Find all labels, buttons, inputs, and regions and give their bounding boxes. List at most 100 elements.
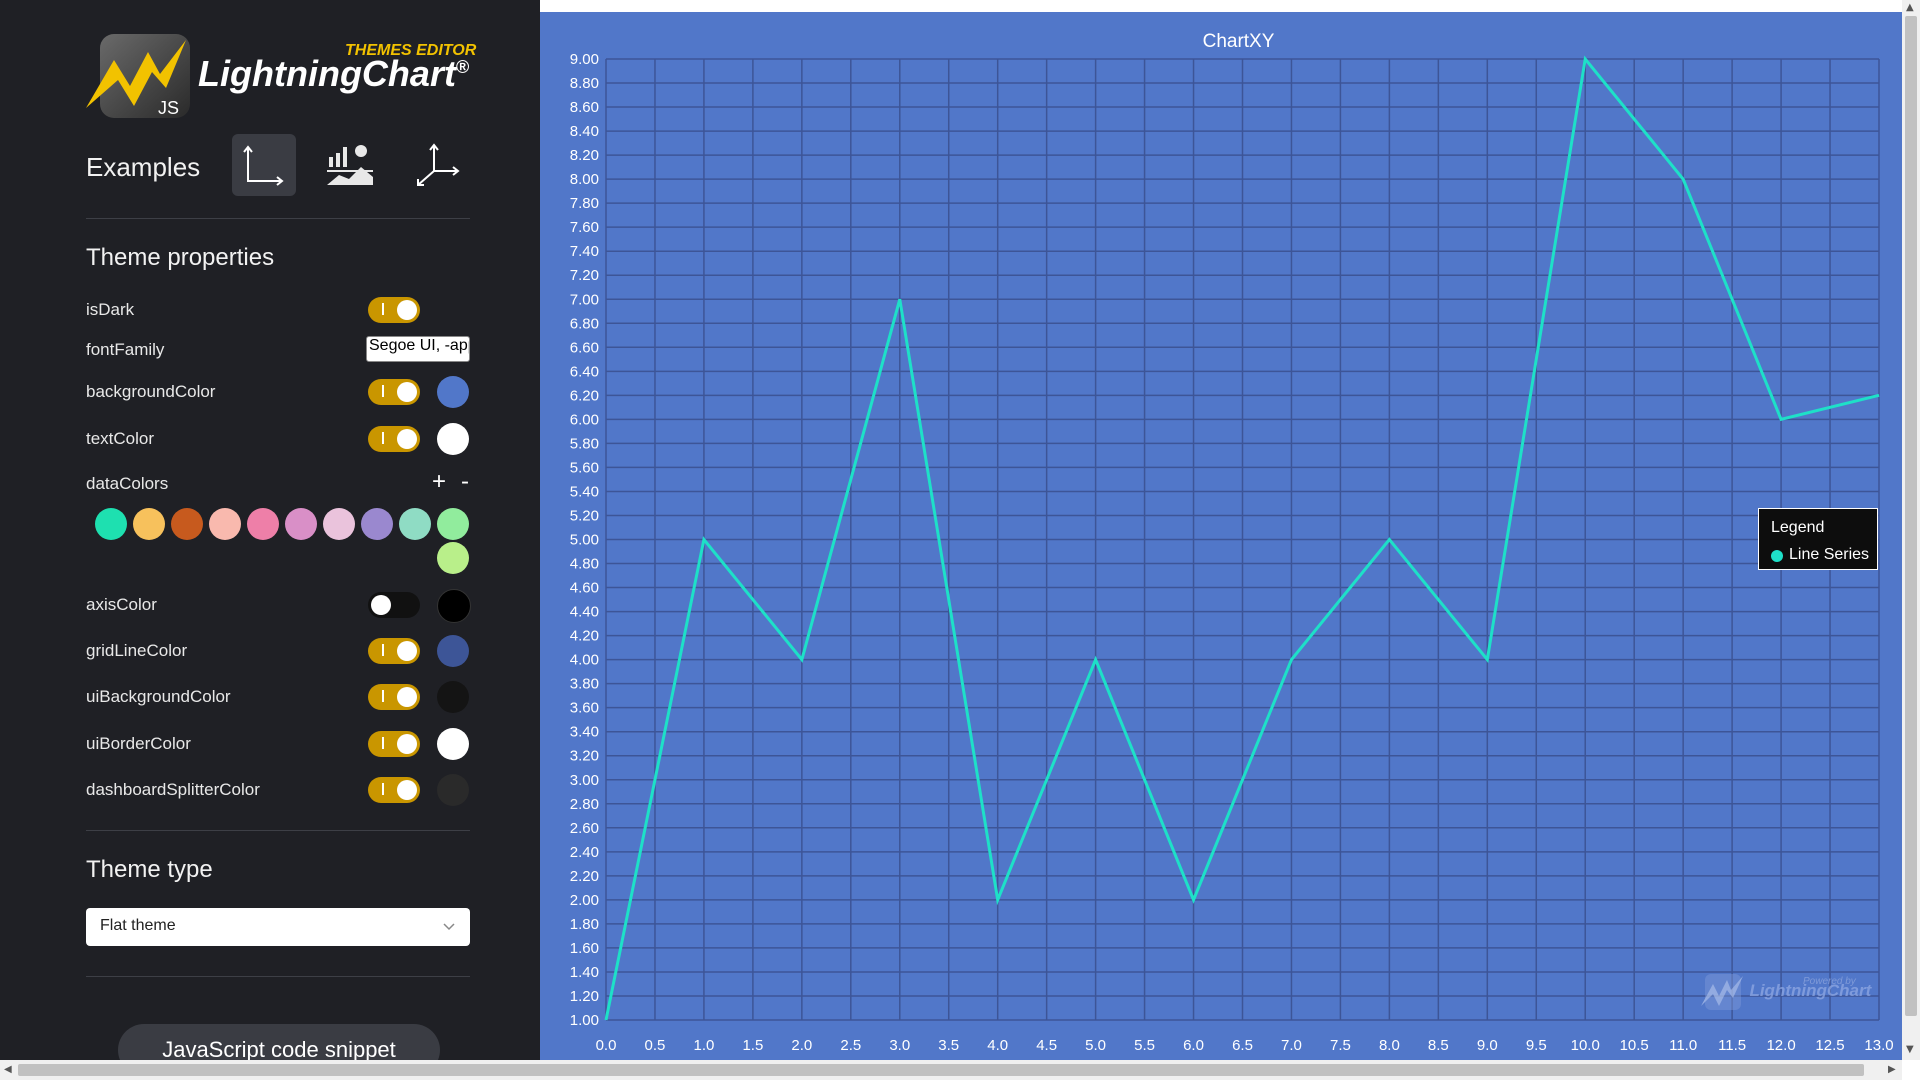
data-color-swatch[interactable] bbox=[247, 508, 279, 540]
gridlinecolor-swatch[interactable] bbox=[437, 635, 469, 667]
toggle-on-mark bbox=[382, 644, 384, 656]
backgroundcolor-swatch[interactable] bbox=[437, 376, 469, 408]
isdark-toggle[interactable] bbox=[368, 297, 420, 323]
y-tick-label: 4.00 bbox=[570, 652, 599, 669]
toggle-on-mark bbox=[382, 385, 384, 397]
logo-sub-text: JS bbox=[158, 98, 179, 118]
scroll-down-arrow-icon[interactable]: ▼ bbox=[1906, 1044, 1914, 1055]
javascript-code-snippet-button[interactable]: JavaScript code snippet bbox=[118, 1024, 440, 1060]
fontfamily-input[interactable]: Segoe UI, -apple-system bbox=[366, 336, 470, 362]
data-color-swatch[interactable] bbox=[133, 508, 165, 540]
y-tick-label: 7.60 bbox=[570, 219, 599, 236]
x-tick-label: 1.5 bbox=[742, 1037, 763, 1054]
toggle-on-mark bbox=[382, 432, 384, 444]
textcolor-swatch[interactable] bbox=[437, 423, 469, 455]
lightningchart-logo-icon: JS bbox=[86, 34, 190, 118]
dashboardsplittercolor-toggle[interactable] bbox=[368, 777, 420, 803]
add-data-color-button[interactable]: + bbox=[432, 468, 446, 496]
example-3d-chart-button[interactable] bbox=[406, 134, 470, 196]
data-color-swatch[interactable] bbox=[437, 508, 469, 540]
uibordercolor-swatch[interactable] bbox=[437, 728, 469, 760]
chevron-down-icon bbox=[443, 923, 455, 931]
x-tick-label: 10.0 bbox=[1571, 1037, 1600, 1054]
y-tick-label: 1.60 bbox=[570, 940, 599, 957]
example-xy-chart-button[interactable] bbox=[232, 134, 296, 196]
horizontal-scrollbar[interactable]: ◀ ▶ bbox=[0, 1060, 1902, 1080]
data-color-swatch[interactable] bbox=[399, 508, 431, 540]
y-tick-label: 7.80 bbox=[570, 195, 599, 212]
chart-title: ChartXY bbox=[1203, 31, 1275, 52]
watermark-logo-icon bbox=[1701, 974, 1743, 1010]
data-color-swatch[interactable] bbox=[437, 542, 469, 574]
toggle-knob bbox=[371, 595, 391, 615]
y-tick-label: 7.20 bbox=[570, 267, 599, 284]
x-tick-label: 3.0 bbox=[889, 1037, 910, 1054]
prop-label-uibordercolor: uiBorderColor bbox=[86, 734, 191, 753]
scroll-up-arrow-icon[interactable]: ▲ bbox=[1906, 2, 1914, 13]
y-tick-label: 8.20 bbox=[570, 147, 599, 164]
x-tick-label: 7.0 bbox=[1281, 1037, 1302, 1054]
x-tick-label: 10.5 bbox=[1620, 1037, 1649, 1054]
toggle-knob bbox=[397, 429, 417, 449]
logo-name-text: LightningChart bbox=[198, 53, 456, 94]
toggle-knob bbox=[397, 687, 417, 707]
uibordercolor-toggle[interactable] bbox=[368, 731, 420, 757]
vertical-scrollbar-thumb[interactable] bbox=[1905, 16, 1917, 1016]
y-tick-label: 3.60 bbox=[570, 700, 599, 717]
data-color-swatch[interactable] bbox=[171, 508, 203, 540]
axiscolor-swatch[interactable] bbox=[437, 589, 471, 623]
uibackgroundcolor-toggle[interactable] bbox=[368, 684, 420, 710]
y-tick-label: 6.60 bbox=[570, 339, 599, 356]
y-tick-label: 5.00 bbox=[570, 532, 599, 549]
scroll-right-arrow-icon[interactable]: ▶ bbox=[1888, 1064, 1896, 1075]
backgroundcolor-toggle[interactable] bbox=[368, 379, 420, 405]
toggle-knob bbox=[397, 641, 417, 661]
scroll-left-arrow-icon[interactable]: ◀ bbox=[4, 1064, 12, 1075]
x-tick-label: 8.5 bbox=[1428, 1037, 1449, 1054]
remove-data-color-button[interactable]: - bbox=[461, 468, 469, 496]
toggle-knob bbox=[397, 300, 417, 320]
y-tick-label: 1.80 bbox=[570, 916, 599, 933]
y-tick-label: 8.80 bbox=[570, 75, 599, 92]
examples-label: Examples bbox=[86, 152, 201, 182]
x-tick-label: 5.5 bbox=[1134, 1037, 1155, 1054]
axiscolor-toggle[interactable] bbox=[368, 592, 420, 618]
y-tick-label: 4.20 bbox=[570, 628, 599, 645]
y-tick-label: 2.60 bbox=[570, 820, 599, 837]
y-tick-label: 2.00 bbox=[570, 892, 599, 909]
y-tick-label: 4.40 bbox=[570, 604, 599, 621]
dashboardsplittercolor-swatch[interactable] bbox=[437, 774, 469, 806]
y-tick-label: 2.80 bbox=[570, 796, 599, 813]
y-tick-label: 6.80 bbox=[570, 315, 599, 332]
x-tick-label: 6.0 bbox=[1183, 1037, 1204, 1054]
example-dashboard-button[interactable] bbox=[318, 134, 382, 196]
y-tick-label: 2.40 bbox=[570, 844, 599, 861]
uibackgroundcolor-swatch[interactable] bbox=[437, 681, 469, 713]
textcolor-toggle[interactable] bbox=[368, 426, 420, 452]
gridlinecolor-toggle[interactable] bbox=[368, 638, 420, 664]
toggle-knob bbox=[397, 734, 417, 754]
theme-properties-title: Theme properties bbox=[86, 244, 275, 271]
divider bbox=[86, 976, 470, 977]
y-tick-label: 5.40 bbox=[570, 483, 599, 500]
legend-series-marker bbox=[1771, 550, 1783, 562]
vertical-scrollbar[interactable]: ▲ ▼ bbox=[1902, 0, 1920, 1060]
theme-type-select[interactable]: Flat theme bbox=[86, 908, 470, 946]
horizontal-scrollbar-thumb[interactable] bbox=[18, 1064, 1864, 1076]
x-tick-label: 0.5 bbox=[645, 1037, 666, 1054]
legend-item-line-series[interactable]: Line Series bbox=[1789, 546, 1869, 564]
x-tick-label: 8.0 bbox=[1379, 1037, 1400, 1054]
prop-label-textcolor: textColor bbox=[86, 429, 155, 448]
data-color-swatch[interactable] bbox=[209, 508, 241, 540]
y-tick-label: 3.80 bbox=[570, 676, 599, 693]
data-color-swatch[interactable] bbox=[285, 508, 317, 540]
x-tick-label: 12.5 bbox=[1815, 1037, 1844, 1054]
data-color-swatch[interactable] bbox=[361, 508, 393, 540]
data-color-swatch[interactable] bbox=[95, 508, 127, 540]
divider bbox=[86, 218, 470, 219]
data-color-swatch[interactable] bbox=[323, 508, 355, 540]
y-tick-label: 5.60 bbox=[570, 459, 599, 476]
lightningchart-watermark: LightningChart bbox=[1699, 972, 1871, 1012]
xy-chart-icon bbox=[243, 145, 284, 186]
y-tick-label: 5.80 bbox=[570, 435, 599, 452]
